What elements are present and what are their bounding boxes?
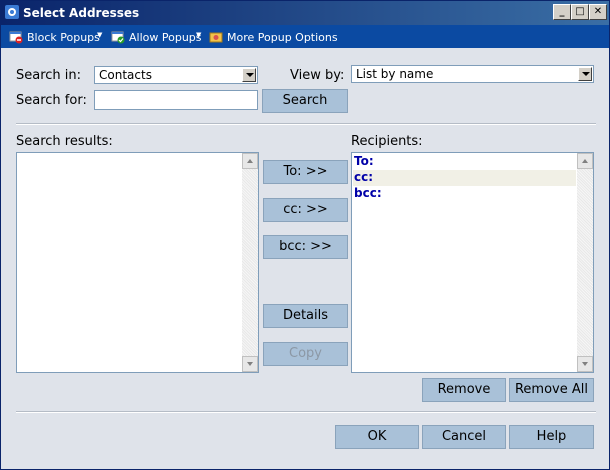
details-button[interactable]: Details <box>263 304 348 328</box>
scroll-up-icon[interactable] <box>242 153 258 169</box>
search-in-label: Search in: <box>16 68 82 83</box>
recipients-scrollbar[interactable] <box>577 153 593 372</box>
close-button[interactable]: ✕ <box>589 4 607 20</box>
scroll-down-icon[interactable] <box>577 356 593 372</box>
scroll-up-icon[interactable] <box>577 153 593 169</box>
copy-button[interactable]: Copy <box>263 342 348 366</box>
recipient-row-bcc[interactable]: bcc: <box>353 186 576 202</box>
search-for-input[interactable] <box>94 90 258 110</box>
recipients-list[interactable]: To: cc: bcc: <box>351 152 594 373</box>
chevron-down-icon[interactable] <box>578 67 592 81</box>
ok-button[interactable]: OK <box>335 425 419 449</box>
maximize-button[interactable]: □ <box>571 4 589 20</box>
block-popups-icon <box>9 31 23 44</box>
recipient-row-to[interactable]: To: <box>353 154 576 170</box>
window-title: Select Addresses <box>23 6 140 20</box>
allow-popups-label: Allow Popups <box>129 31 202 44</box>
search-for-label: Search for: <box>16 93 87 108</box>
block-popups-dropdown-icon[interactable]: ▼ <box>97 31 102 39</box>
view-by-label: View by: <box>290 68 345 83</box>
add-bcc-button[interactable]: bcc: >> <box>263 235 348 259</box>
app-icon <box>5 5 19 19</box>
search-in-value: Contacts <box>99 68 152 82</box>
minimize-button[interactable]: _ <box>553 4 571 20</box>
view-by-value: List by name <box>356 67 434 81</box>
cancel-button[interactable]: Cancel <box>422 425 506 449</box>
popup-options-icon <box>209 32 223 43</box>
title-bar[interactable]: Select Addresses _ □ ✕ <box>1 1 609 25</box>
search-results-list[interactable] <box>16 152 259 373</box>
allow-popups-dropdown-icon[interactable]: ▼ <box>196 31 201 39</box>
more-popup-options-label: More Popup Options <box>227 31 338 44</box>
remove-all-button[interactable]: Remove All <box>509 378 594 402</box>
select-addresses-dialog: Select Addresses _ □ ✕ Block Popups ▼ Al… <box>0 0 610 470</box>
scroll-down-icon[interactable] <box>242 356 258 372</box>
allow-popups-icon <box>111 31 125 44</box>
block-popups-label: Block Popups <box>27 31 100 44</box>
help-button[interactable]: Help <box>509 425 594 449</box>
search-results-scrollbar[interactable] <box>242 153 258 372</box>
recipient-row-cc[interactable]: cc: <box>353 170 576 186</box>
recipients-label: Recipients: <box>351 134 423 149</box>
add-cc-button[interactable]: cc: >> <box>263 198 348 222</box>
chevron-down-icon[interactable] <box>242 68 256 82</box>
search-in-select[interactable]: Contacts <box>94 66 258 84</box>
add-to-button[interactable]: To: >> <box>263 160 348 184</box>
remove-button[interactable]: Remove <box>422 378 506 402</box>
divider-top <box>16 123 596 125</box>
search-button[interactable]: Search <box>262 89 348 113</box>
divider-bottom <box>16 411 596 413</box>
popup-toolbar: Block Popups ▼ Allow Popups ▼ More Popup… <box>1 25 609 48</box>
search-results-label: Search results: <box>16 134 113 149</box>
view-by-select[interactable]: List by name <box>351 65 594 83</box>
